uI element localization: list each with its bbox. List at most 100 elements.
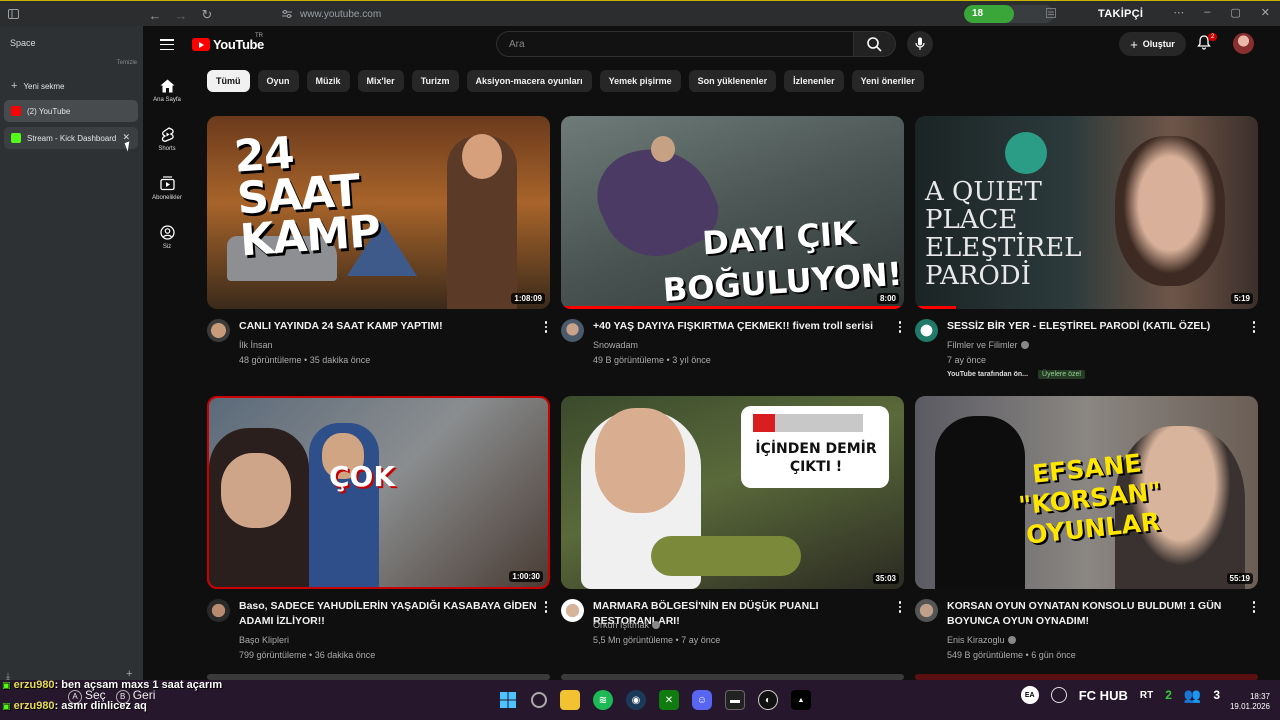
guide-item-shorts[interactable]: Shorts	[143, 115, 191, 164]
new-tab-button[interactable]: + Yeni sekme	[4, 75, 138, 97]
maximize-icon[interactable]: ▢	[1230, 6, 1240, 19]
more-actions-icon[interactable]	[1252, 321, 1256, 333]
video-title[interactable]: CANLI YAYINDA 24 SAAT KAMP YAPTIM!	[239, 319, 539, 334]
channel-name[interactable]: İlk İnsan	[239, 340, 273, 350]
youtube-play-icon	[192, 38, 210, 51]
file-explorer-icon[interactable]	[560, 690, 580, 710]
tab-youtube[interactable]: (2) YouTube	[4, 100, 138, 122]
chip-games[interactable]: Oyun	[257, 70, 299, 92]
channel-name[interactable]: Orkun Işıtmak	[593, 620, 661, 630]
video-card[interactable]: İÇİNDEN DEMİR ÇIKTI ! 35:03 MARMARA BÖLG…	[561, 396, 904, 679]
chip-all[interactable]: Tümü	[207, 70, 250, 92]
more-actions-icon[interactable]	[898, 601, 902, 613]
search-input[interactable]: Ara	[496, 31, 854, 57]
video-card[interactable]: ÇOK GARİP 1:00:30 Baso, SADECE YAHUDİLER…	[207, 396, 550, 679]
minimize-icon[interactable]: –	[1204, 6, 1210, 19]
channel-name[interactable]: Enis Kirazoglu	[947, 635, 1016, 645]
chip-music[interactable]: Müzik	[306, 70, 350, 92]
video-thumbnail[interactable]: 24 SAAT KAMP 1:08:09	[207, 116, 550, 309]
create-button[interactable]: + Oluştur	[1119, 32, 1186, 56]
video-card[interactable]: EFSANE "KORSAN" OYUNLAR 55:19 KORSAN OYU…	[915, 396, 1258, 679]
channel-avatar[interactable]	[561, 319, 584, 342]
video-thumbnail[interactable]: EFSANE "KORSAN" OYUNLAR 55:19	[915, 396, 1258, 589]
channel-avatar[interactable]	[207, 319, 230, 342]
tray-app-icon[interactable]	[1050, 687, 1067, 703]
more-actions-icon[interactable]	[544, 321, 548, 333]
channel-avatar[interactable]	[915, 599, 938, 622]
channel-name[interactable]: Filmler ve Filimler	[947, 340, 1029, 350]
channel-name-text: Filmler ve Filimler	[947, 340, 1018, 350]
chip-watched[interactable]: İzlenenler	[784, 70, 844, 92]
thumbnail-text: ÇOK GARİP	[329, 460, 396, 493]
fc-hub-label[interactable]: FC HUB	[1079, 688, 1128, 703]
chip-cooking[interactable]: Yemek pişirme	[599, 70, 681, 92]
reload-icon[interactable]: ↻	[200, 7, 214, 23]
more-actions-icon[interactable]	[544, 601, 548, 613]
kick-chat-icon: ▣	[2, 680, 11, 690]
video-thumbnail[interactable]: DAYI ÇIK BOĞULUYON! 8:00	[561, 116, 904, 309]
channel-name[interactable]: Snowadam	[593, 340, 638, 350]
chip-recently-uploaded[interactable]: Son yüklenenler	[688, 70, 777, 92]
chip-action-adventure[interactable]: Aksiyon-macera oyunları	[466, 70, 592, 92]
thumbnail-text: 24 SAAT KAMP	[232, 127, 382, 267]
menu-icon[interactable]	[160, 39, 174, 50]
video-thumbnail[interactable]: ÇOK GARİP 1:00:30	[207, 396, 550, 589]
chip-new-to-you[interactable]: Yeni öneriler	[851, 70, 924, 92]
channel-avatar[interactable]	[915, 319, 938, 342]
video-title[interactable]: +40 YAŞ DAYIYA FIŞKIRTMA ÇEKMEK!! fivem …	[593, 319, 893, 334]
video-thumbnail[interactable]: İÇİNDEN DEMİR ÇIKTI ! 35:03	[561, 396, 904, 589]
video-card[interactable]: A QUIET PLACE ELEŞTİREL PARODİ 5:19 SESS…	[915, 116, 1258, 399]
channel-avatar[interactable]	[561, 599, 584, 622]
xbox-icon[interactable]: ✕	[659, 690, 679, 710]
youtube-logo[interactable]: YouTube TR	[192, 33, 264, 52]
video-title[interactable]: Baso, SADECE YAHUDİLERİN YAŞADIĞI KASABA…	[239, 599, 539, 629]
site-settings-icon[interactable]	[282, 10, 292, 18]
search-button[interactable]	[854, 31, 896, 57]
forward-arrow-icon[interactable]: →	[174, 8, 188, 23]
mini-guide: Ana Sayfa Shorts Abonelikler Siz	[143, 66, 191, 262]
chat-text: : ben açsam maxs 1 saat açarım	[54, 679, 223, 691]
back-arrow-icon[interactable]: ←	[148, 8, 162, 23]
video-card[interactable]: 24 SAAT KAMP 1:08:09 CANLI YAYINDA 24 SA…	[207, 116, 550, 399]
video-meta: Baso, SADECE YAHUDİLERİN YAŞADIĞI KASABA…	[207, 589, 550, 679]
voice-search-button[interactable]	[907, 31, 933, 57]
chip-mixes[interactable]: Mix'ler	[357, 70, 404, 92]
video-meta: CANLI YAYINDA 24 SAAT KAMP YAPTIM! İlk İ…	[207, 309, 550, 399]
guide-item-subscriptions[interactable]: Abonelikler	[143, 164, 191, 213]
sidebar-toggle-icon[interactable]	[8, 8, 19, 19]
video-duration: 55:19	[1226, 573, 1253, 584]
search-taskbar-icon[interactable]	[531, 692, 547, 708]
tray-app-icon[interactable]: RT	[1140, 690, 1153, 701]
discord-icon[interactable]: ☺	[692, 690, 712, 710]
address-bar[interactable]: www.youtube.com	[282, 5, 942, 23]
ea-icon[interactable]: EA	[1020, 686, 1039, 704]
guide-item-you[interactable]: Siz	[143, 213, 191, 262]
spotify-icon[interactable]: ≋	[593, 690, 613, 710]
terminal-icon[interactable]: ▬	[725, 690, 745, 710]
close-window-icon[interactable]: ✕	[1261, 6, 1270, 19]
url-text[interactable]: www.youtube.com	[300, 9, 381, 20]
taskbar-clock[interactable]: 18:37 19.01.2026	[1230, 692, 1270, 712]
clear-tabs-button[interactable]: Temizle	[117, 60, 137, 66]
start-windows-icon[interactable]	[498, 690, 518, 710]
tab-kick-dashboard[interactable]: Stream - Kick Dashboard ✕	[4, 127, 138, 149]
account-avatar[interactable]	[1233, 33, 1254, 54]
tray-people-icon[interactable]: 👥	[1184, 687, 1201, 704]
channel-name[interactable]: Başo Klipleri	[239, 635, 289, 645]
more-actions-icon[interactable]	[1252, 601, 1256, 613]
chip-tourism[interactable]: Turizm	[411, 70, 459, 92]
guide-item-home[interactable]: Ana Sayfa	[143, 66, 191, 115]
clock-date: 19.01.2026	[1229, 702, 1270, 711]
obs-icon[interactable]: ◐	[758, 690, 778, 710]
channel-avatar[interactable]	[207, 599, 230, 622]
browser-top-bar: ← → ↻ www.youtube.com 18 TAKİPÇİ ⋯ – ▢ ✕	[0, 0, 1280, 26]
steam-icon[interactable]: ◉	[626, 690, 646, 710]
app-icon[interactable]: ▲	[791, 690, 811, 710]
more-actions-icon[interactable]	[898, 321, 902, 333]
video-card[interactable]: DAYI ÇIK BOĞULUYON! 8:00 +40 YAŞ DAYIYA …	[561, 116, 904, 399]
video-meta: +40 YAŞ DAYIYA FIŞKIRTMA ÇEKMEK!! fivem …	[561, 309, 904, 399]
video-title[interactable]: SESSİZ BİR YER - ELEŞTİREL PARODİ (KATIL…	[947, 319, 1247, 334]
video-thumbnail[interactable]: A QUIET PLACE ELEŞTİREL PARODİ 5:19	[915, 116, 1258, 309]
video-title[interactable]: KORSAN OYUN OYNATAN KONSOLU BULDUM! 1 GÜ…	[947, 599, 1247, 629]
extensions-icon[interactable]: ⋯	[1173, 6, 1184, 19]
